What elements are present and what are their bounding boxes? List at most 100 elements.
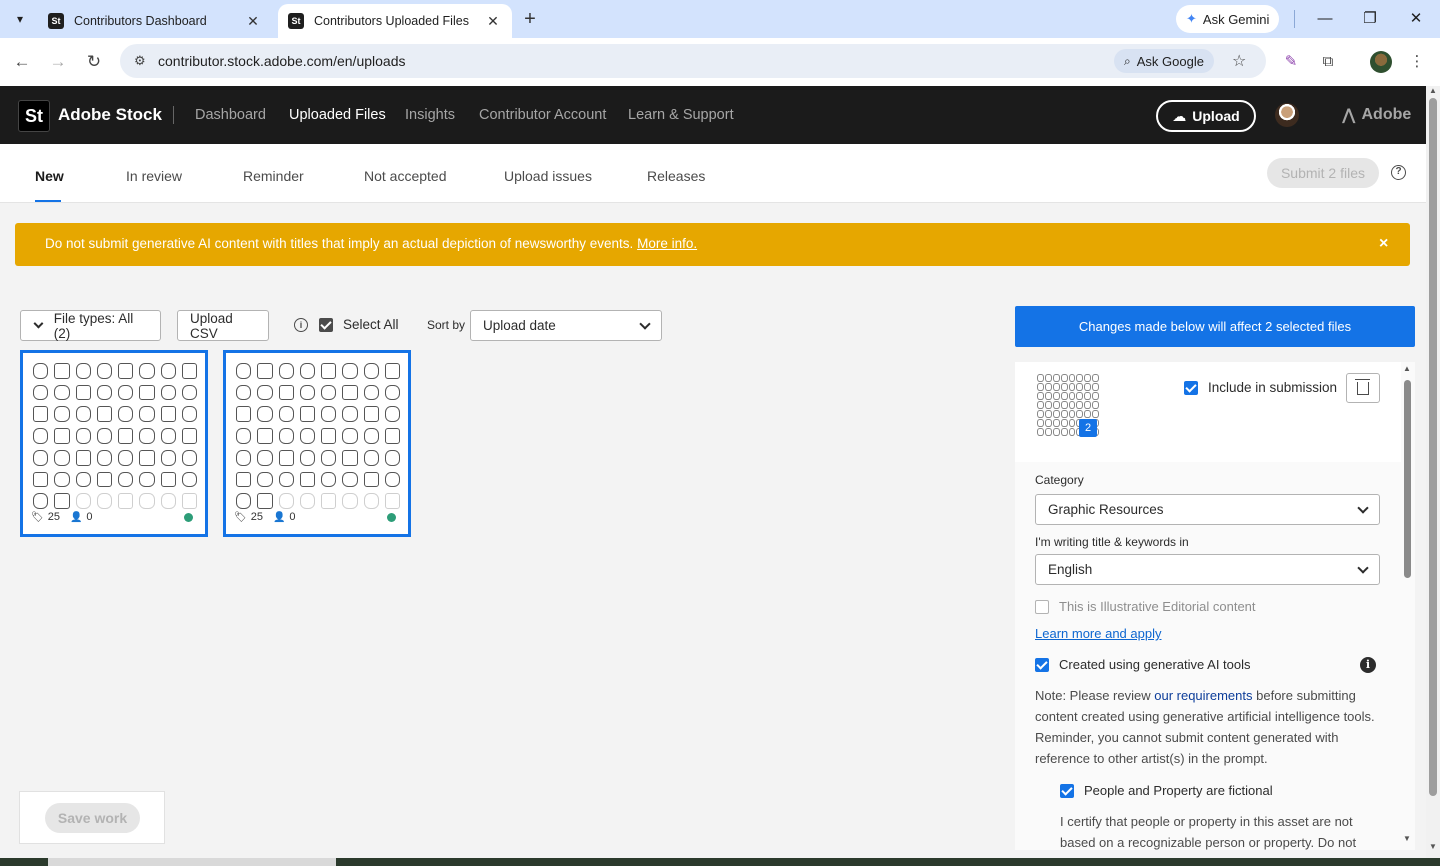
upload-csv-button[interactable]: Upload CSV	[177, 310, 269, 341]
preview-glyph	[96, 384, 112, 401]
preview-glyph	[96, 428, 112, 444]
include-in-submission-checkbox[interactable]	[1184, 381, 1198, 395]
editorial-checkbox[interactable]	[1035, 600, 1049, 614]
preview-glyph	[33, 471, 49, 488]
language-select[interactable]: English	[1035, 554, 1380, 585]
file-thumbnail[interactable]: 🏷 25 👤 0	[223, 350, 411, 537]
site-info-icon[interactable]: ⚙	[134, 53, 146, 69]
preview-glyph	[75, 406, 91, 423]
icon-set-preview	[234, 361, 402, 511]
preview-glyph	[1052, 383, 1060, 391]
delete-button[interactable]	[1346, 373, 1380, 403]
forward-arrow-icon[interactable]: →	[44, 48, 72, 76]
url-text[interactable]: contributor.stock.adobe.com/en/uploads	[158, 53, 406, 69]
nav-learn-support[interactable]: Learn & Support	[628, 107, 734, 123]
new-tab-button[interactable]: +	[518, 8, 542, 32]
thumbnail-meta: 🏷 25 👤 0	[31, 511, 93, 523]
preview-glyph	[118, 406, 134, 423]
browser-tab-dashboard[interactable]: St Contributors Dashboard ✕	[38, 4, 272, 38]
generative-ai-checkbox[interactable]	[1035, 658, 1049, 672]
profile-avatar[interactable]	[1370, 51, 1392, 73]
ask-gemini-label: Ask Gemini	[1202, 11, 1270, 27]
file-thumbnail[interactable]: 🏷 25 👤 0	[20, 350, 208, 537]
fictional-checkbox[interactable]	[1060, 784, 1074, 798]
preview-glyph	[1092, 410, 1099, 418]
panel-scroll-thumb[interactable]	[1404, 380, 1411, 578]
generative-ai-label[interactable]: Created using generative AI tools	[1059, 657, 1251, 672]
preview-glyph	[1068, 374, 1076, 382]
requirements-link[interactable]: our requirements	[1154, 688, 1252, 703]
preview-glyph	[181, 363, 197, 379]
info-icon[interactable]: i	[1360, 657, 1376, 673]
user-avatar[interactable]	[1275, 103, 1299, 127]
browser-tab-uploaded-files[interactable]: St Contributors Uploaded Files ✕	[278, 4, 512, 38]
scroll-down-icon[interactable]: ▼	[1403, 834, 1411, 843]
editorial-label[interactable]: This is Illustrative Editorial content	[1059, 599, 1256, 614]
browser-menu-icon[interactable]: ⋮	[1405, 50, 1429, 74]
nav-insights[interactable]: Insights	[405, 107, 455, 123]
close-tab-icon[interactable]: ✕	[244, 13, 262, 30]
page-scroll-thumb[interactable]	[1429, 98, 1437, 796]
select-all-checkbox[interactable]	[319, 318, 333, 332]
ask-gemini-button[interactable]: ✦ Ask Gemini	[1176, 5, 1280, 33]
tab-upload-issues[interactable]: Upload issues	[504, 168, 592, 184]
tab-new[interactable]: New	[35, 168, 64, 184]
preview-glyph	[54, 449, 70, 466]
preview-glyph	[257, 428, 273, 444]
adobe-stock-logo[interactable]: St	[18, 100, 50, 132]
preview-glyph	[1092, 383, 1099, 391]
upload-button[interactable]: ☁ Upload	[1156, 100, 1256, 132]
submit-files-button[interactable]: Submit 2 files	[1267, 158, 1379, 188]
reload-icon[interactable]: ↻	[80, 48, 108, 76]
help-icon[interactable]: ?	[1391, 165, 1406, 180]
scroll-up-icon[interactable]: ▲	[1429, 86, 1437, 95]
preview-glyph	[321, 471, 337, 488]
tab-search-icon[interactable]: ▾	[6, 6, 34, 32]
panel-scrollbar[interactable]: ▲ ▼	[1401, 362, 1415, 850]
tab-releases[interactable]: Releases	[647, 168, 705, 184]
more-info-link[interactable]: More info.	[637, 236, 697, 251]
address-bar[interactable]: ⚙ contributor.stock.adobe.com/en/uploads…	[120, 44, 1266, 78]
preview-glyph	[1068, 401, 1076, 409]
bookmark-star-icon[interactable]: ☆	[1232, 51, 1246, 71]
preview-glyph	[342, 449, 358, 466]
back-arrow-icon[interactable]: ←	[8, 48, 36, 76]
page-scrollbar[interactable]: ▲ ▼	[1426, 86, 1440, 858]
preview-glyph	[1068, 419, 1076, 427]
tab-reminder[interactable]: Reminder	[243, 168, 304, 184]
preview-glyph	[1060, 374, 1068, 382]
brand-name[interactable]: Adobe Stock	[58, 105, 162, 125]
pen-extension-icon[interactable]: ✎	[1279, 50, 1303, 74]
preview-glyph	[321, 449, 337, 466]
include-in-submission-label[interactable]: Include in submission	[1208, 380, 1337, 395]
file-types-dropdown[interactable]: File types: All (2)	[20, 310, 161, 341]
tab-in-review[interactable]: In review	[126, 168, 182, 184]
extensions-puzzle-icon[interactable]: ⧉	[1316, 50, 1340, 74]
preview-glyph	[118, 363, 134, 379]
category-select[interactable]: Graphic Resources	[1035, 494, 1380, 525]
close-banner-icon[interactable]: ×	[1379, 235, 1388, 253]
info-icon[interactable]: i	[294, 318, 308, 332]
restore-icon[interactable]: ❐	[1350, 6, 1390, 32]
scroll-up-icon[interactable]: ▲	[1403, 364, 1411, 373]
preview-glyph	[54, 493, 70, 509]
browser-toolbar: ← → ↻ ⚙ contributor.stock.adobe.com/en/u…	[0, 38, 1440, 86]
adobe-logo[interactable]: ⋀ Adobe	[1342, 105, 1411, 125]
minimize-icon[interactable]: —	[1305, 6, 1345, 32]
save-work-button[interactable]: Save work	[45, 803, 140, 833]
ask-google-button[interactable]: ⌕ Ask Google	[1114, 49, 1214, 73]
fictional-label[interactable]: People and Property are fictional	[1084, 783, 1273, 798]
select-all-label[interactable]: Select All	[343, 317, 399, 332]
nav-contributor-account[interactable]: Contributor Account	[479, 107, 606, 123]
status-dot	[387, 513, 396, 522]
sort-by-select[interactable]: Upload date	[470, 310, 662, 341]
close-tab-icon[interactable]: ✕	[484, 13, 502, 30]
close-window-icon[interactable]: ✕	[1396, 6, 1436, 32]
certify-text: I certify that people or property in thi…	[1060, 814, 1357, 850]
nav-dashboard[interactable]: Dashboard	[195, 107, 266, 123]
learn-more-link[interactable]: Learn more and apply	[1035, 626, 1161, 641]
preview-glyph	[33, 428, 49, 444]
nav-uploaded-files[interactable]: Uploaded Files	[289, 107, 386, 123]
tab-not-accepted[interactable]: Not accepted	[364, 168, 447, 184]
scroll-down-icon[interactable]: ▼	[1429, 842, 1437, 851]
